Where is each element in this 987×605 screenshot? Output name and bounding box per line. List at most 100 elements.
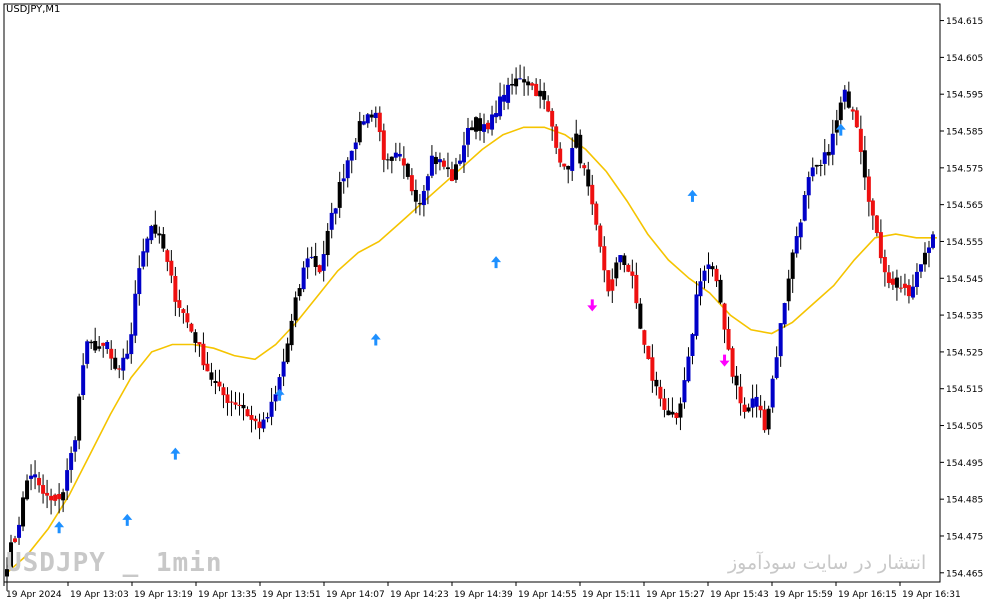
candle xyxy=(706,252,711,284)
candle-body xyxy=(73,440,78,452)
candle-body xyxy=(926,247,931,253)
x-tick-label: 19 Apr 16:31 xyxy=(902,590,961,600)
candle-body xyxy=(257,421,262,429)
candle-body xyxy=(145,238,150,253)
candle-body xyxy=(826,151,831,156)
y-tick-label: 154.535 xyxy=(946,312,983,322)
candle-body xyxy=(381,130,386,160)
candle xyxy=(514,67,519,95)
candle xyxy=(602,236,607,283)
candle xyxy=(650,344,655,393)
candle xyxy=(498,82,503,120)
y-tick-label: 154.465 xyxy=(946,569,983,579)
candle xyxy=(201,332,206,370)
candle-body xyxy=(293,297,298,321)
candle xyxy=(261,412,266,433)
candle xyxy=(818,159,823,177)
candle xyxy=(738,374,743,416)
candle xyxy=(73,436,78,462)
candle xyxy=(538,78,543,109)
candle-body xyxy=(738,386,743,404)
candle-body xyxy=(470,127,474,131)
candle xyxy=(441,158,446,170)
candle xyxy=(930,231,935,250)
candle xyxy=(357,111,362,146)
y-tick-label: 154.485 xyxy=(946,496,983,506)
price-chart[interactable]: 154.615 154.605 154.595 154.585 154.575 154.5… xyxy=(0,0,987,605)
candle xyxy=(542,82,547,110)
x-tick-label: 19 Apr 14:07 xyxy=(326,590,385,600)
candle xyxy=(894,269,899,301)
candle-body xyxy=(129,334,134,355)
candle-body xyxy=(846,91,851,108)
candle xyxy=(526,76,531,96)
candle-body xyxy=(233,402,238,405)
candle xyxy=(478,112,483,141)
candle-body xyxy=(77,396,82,441)
candle-body xyxy=(173,275,178,302)
candle-body xyxy=(341,178,346,182)
candle xyxy=(229,390,234,417)
candle xyxy=(361,114,366,126)
candle xyxy=(566,165,571,184)
candle xyxy=(169,250,174,284)
candle xyxy=(802,191,807,222)
candle-body xyxy=(566,165,571,170)
candle-body xyxy=(866,176,871,202)
candle xyxy=(590,174,595,215)
candle xyxy=(662,388,667,418)
candle-body xyxy=(325,230,330,256)
candle xyxy=(53,493,58,506)
candle xyxy=(105,340,110,354)
candle xyxy=(766,405,771,435)
candle xyxy=(486,120,491,134)
candle-body xyxy=(626,264,631,272)
y-tick-label: 154.545 xyxy=(946,275,983,285)
candle xyxy=(465,117,470,158)
candle xyxy=(421,184,426,217)
candle-body xyxy=(774,357,779,378)
y-tick-label: 154.565 xyxy=(946,201,983,211)
candle-body xyxy=(385,159,390,161)
candle-body xyxy=(538,90,543,97)
candle-body xyxy=(93,340,98,351)
x-tick-label: 19 Apr 14:55 xyxy=(518,590,577,600)
candle-body xyxy=(674,412,679,419)
candle xyxy=(289,313,294,351)
candle xyxy=(786,269,791,311)
candle xyxy=(654,371,659,396)
candle xyxy=(89,339,94,350)
candle xyxy=(453,157,458,183)
candle xyxy=(253,415,258,430)
candle xyxy=(582,162,587,176)
candle xyxy=(778,323,783,367)
candle-body xyxy=(101,342,106,346)
candle xyxy=(173,266,178,317)
candle-body xyxy=(662,398,667,410)
candle-body xyxy=(530,83,535,86)
candle-body xyxy=(45,492,50,496)
chart-window[interactable]: 154.615 154.605 154.595 154.585 154.575 154.5… xyxy=(0,0,987,605)
candle-body xyxy=(894,277,899,288)
candle xyxy=(41,474,46,504)
candle-body xyxy=(786,278,791,302)
candle-body xyxy=(345,160,350,179)
candle xyxy=(197,342,202,357)
candle xyxy=(337,171,342,218)
candle xyxy=(185,305,190,329)
candle-body xyxy=(886,272,891,284)
candle-body xyxy=(217,381,222,387)
candle-body xyxy=(209,372,214,380)
candle xyxy=(85,339,90,369)
candle xyxy=(558,142,563,168)
candle-body xyxy=(17,524,22,538)
candle-body xyxy=(273,394,278,402)
candle xyxy=(722,302,727,344)
candle-body xyxy=(313,256,318,267)
candle xyxy=(782,302,787,328)
candle-body xyxy=(494,113,499,118)
candle-body xyxy=(357,121,362,143)
candle-body xyxy=(582,165,587,169)
candle xyxy=(658,379,663,407)
candle xyxy=(225,387,230,416)
